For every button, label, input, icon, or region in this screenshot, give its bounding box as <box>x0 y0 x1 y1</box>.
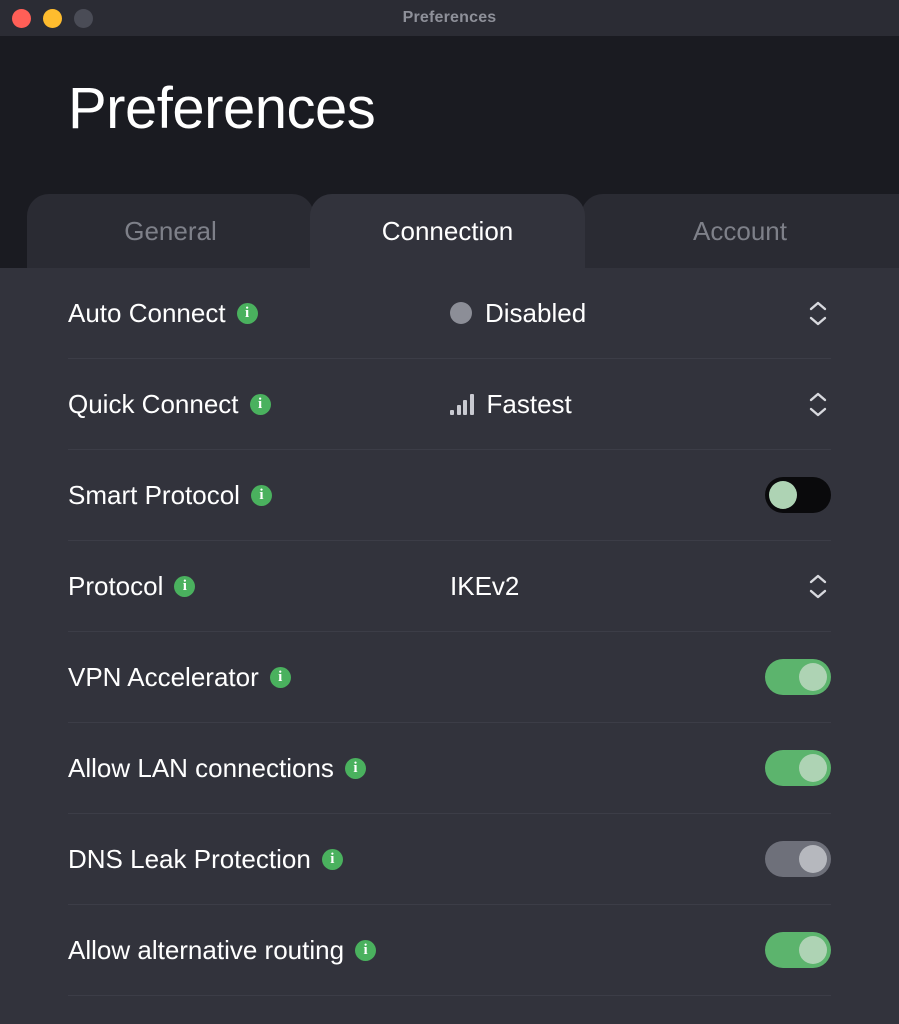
zoom-window-button <box>74 8 93 28</box>
info-icon[interactable]: i <box>321 848 343 870</box>
setting-label-allow-lan-connections: Allow LAN connections <box>68 752 334 783</box>
tab-account[interactable]: Account <box>581 194 899 268</box>
signal-bars-icon <box>450 393 474 415</box>
setting-label-group: Protocol i <box>68 570 196 602</box>
minimize-window-button[interactable] <box>43 8 62 28</box>
allow-lan-connections-toggle[interactable] <box>765 750 831 786</box>
smart-protocol-toggle[interactable] <box>765 477 831 513</box>
info-icon[interactable]: i <box>236 302 258 324</box>
setting-row-allow-lan-connections: Allow LAN connections i <box>68 723 831 814</box>
protocol-value: IKEv2 <box>450 570 520 601</box>
auto-connect-select[interactable]: Disabled <box>450 298 586 329</box>
titlebar: Preferences <box>0 0 899 36</box>
tab-general[interactable]: General <box>27 194 314 268</box>
chevron-up-icon <box>809 574 827 583</box>
setting-label-dns-leak-protection: DNS Leak Protection <box>68 843 311 874</box>
setting-label-allow-alternative-routing: Allow alternative routing <box>68 934 345 965</box>
chevron-down-icon <box>809 407 827 416</box>
setting-label-group: VPN Accelerator i <box>68 662 291 693</box>
toggle-knob <box>799 754 827 782</box>
setting-label-group: Auto Connect i <box>68 298 258 329</box>
tab-account-label: Account <box>693 215 787 246</box>
setting-label-smart-protocol: Smart Protocol <box>68 479 240 510</box>
connection-settings-list: Auto Connect i Disabled Quick Connect i <box>0 268 899 1024</box>
info-icon[interactable]: i <box>250 484 272 506</box>
setting-row-smart-protocol: Smart Protocol i <box>68 450 831 541</box>
quick-connect-select[interactable]: Fastest <box>450 389 572 420</box>
chevron-down-icon <box>809 589 827 598</box>
protocol-stepper[interactable] <box>805 564 831 608</box>
close-window-button[interactable] <box>12 8 31 28</box>
tab-connection-label: Connection <box>381 215 514 246</box>
traffic-light-group <box>0 8 93 28</box>
toggle-knob <box>799 936 827 964</box>
status-dot-icon <box>450 302 472 324</box>
tab-bar: General Connection Account <box>0 194 899 268</box>
dns-leak-protection-toggle <box>765 841 831 877</box>
setting-label-auto-connect: Auto Connect <box>68 297 226 328</box>
setting-row-quick-connect: Quick Connect i Fastest <box>68 359 831 450</box>
setting-label-vpn-accelerator: VPN Accelerator <box>68 661 259 692</box>
info-icon[interactable]: i <box>249 393 271 415</box>
chevron-up-icon <box>809 392 827 401</box>
vpn-accelerator-toggle[interactable] <box>765 659 831 695</box>
info-icon[interactable]: i <box>344 757 366 779</box>
setting-label-group: DNS Leak Protection i <box>68 844 343 875</box>
info-icon[interactable]: i <box>269 666 291 688</box>
protocol-select[interactable]: IKEv2 <box>450 571 519 602</box>
toggle-knob <box>799 663 827 691</box>
auto-connect-stepper[interactable] <box>805 291 831 335</box>
chevron-down-icon <box>809 316 827 325</box>
preferences-window: Preferences Preferences General Connecti… <box>0 0 899 1024</box>
setting-label-group: Quick Connect i <box>68 389 271 420</box>
toggle-knob <box>799 845 827 873</box>
info-icon[interactable]: i <box>355 939 377 961</box>
auto-connect-value: Disabled <box>485 297 587 328</box>
setting-label-group: Allow LAN connections i <box>68 753 366 784</box>
tab-general-label: General <box>124 215 217 246</box>
header: Preferences <box>0 36 899 194</box>
allow-alternative-routing-toggle[interactable] <box>765 932 831 968</box>
titlebar-title: Preferences <box>402 9 497 26</box>
page-title: Preferences <box>68 76 376 141</box>
setting-row-dns-leak-protection: DNS Leak Protection i <box>68 814 831 905</box>
setting-row-auto-connect: Auto Connect i Disabled <box>68 268 831 359</box>
quick-connect-stepper[interactable] <box>805 382 831 426</box>
setting-label-group: Smart Protocol i <box>68 480 272 511</box>
chevron-up-icon <box>809 301 827 310</box>
setting-row-vpn-accelerator: VPN Accelerator i <box>68 632 831 723</box>
setting-label-quick-connect: Quick Connect <box>68 388 239 419</box>
setting-label-protocol: Protocol <box>68 570 164 601</box>
quick-connect-value: Fastest <box>486 388 572 419</box>
setting-label-group: Allow alternative routing i <box>68 934 377 966</box>
toggle-knob <box>769 481 797 509</box>
setting-row-allow-alternative-routing: Allow alternative routing i <box>68 905 831 996</box>
setting-row-protocol: Protocol i IKEv2 <box>68 541 831 632</box>
info-icon[interactable]: i <box>174 575 196 597</box>
tab-connection[interactable]: Connection <box>310 194 585 268</box>
